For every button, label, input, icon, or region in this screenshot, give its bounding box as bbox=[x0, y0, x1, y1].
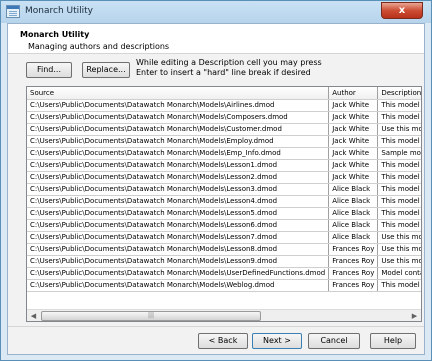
next-button[interactable]: Next > bbox=[252, 333, 302, 349]
table-row[interactable]: C:\Users\Public\Documents\Datawatch Mona… bbox=[27, 243, 421, 256]
cell-description[interactable]: Use this model to b bbox=[377, 243, 421, 256]
table-row[interactable]: C:\Users\Public\Documents\Datawatch Mona… bbox=[27, 123, 421, 136]
cell-description[interactable]: This model is used v bbox=[377, 135, 421, 148]
cell-description[interactable]: Use this model with bbox=[377, 123, 421, 136]
table-row[interactable]: C:\Users\Public\Documents\Datawatch Mona… bbox=[27, 267, 421, 280]
header-panel: Monarch Utility Managing authors and des… bbox=[8, 24, 424, 54]
column-header-source[interactable]: Source bbox=[27, 87, 330, 100]
cell-author[interactable]: Jack White bbox=[328, 171, 379, 184]
cell-source[interactable]: C:\Users\Public\Documents\Datawatch Mona… bbox=[27, 219, 330, 232]
table-row[interactable]: C:\Users\Public\Documents\Datawatch Mona… bbox=[27, 99, 421, 112]
cell-description[interactable]: Use this model to b bbox=[377, 255, 421, 268]
table-row[interactable]: C:\Users\Public\Documents\Datawatch Mona… bbox=[27, 135, 421, 148]
cell-description[interactable]: This model contains bbox=[377, 99, 421, 112]
table-row[interactable]: C:\Users\Public\Documents\Datawatch Mona… bbox=[27, 231, 421, 244]
table-row[interactable]: C:\Users\Public\Documents\Datawatch Mona… bbox=[27, 147, 421, 160]
models-table: Source Author Description C:\Users\Publi… bbox=[27, 87, 421, 292]
cell-description[interactable]: This model contains bbox=[377, 171, 421, 184]
cell-description[interactable]: This model contains bbox=[377, 279, 421, 292]
find-button[interactable]: Find... bbox=[26, 62, 72, 78]
close-button[interactable]: x bbox=[381, 2, 423, 19]
cell-source[interactable]: C:\Users\Public\Documents\Datawatch Mona… bbox=[27, 243, 330, 256]
cell-author[interactable]: Frances Roy bbox=[328, 243, 379, 256]
scroll-right-arrow-icon[interactable]: ▶ bbox=[408, 310, 421, 321]
cell-description[interactable]: Model containing c bbox=[377, 267, 421, 280]
cell-source[interactable]: C:\Users\Public\Documents\Datawatch Mona… bbox=[27, 123, 330, 136]
table-row[interactable]: C:\Users\Public\Documents\Datawatch Mona… bbox=[27, 219, 421, 232]
cell-source[interactable]: C:\Users\Public\Documents\Datawatch Mona… bbox=[27, 195, 330, 208]
cell-author[interactable]: Frances Roy bbox=[328, 267, 379, 280]
cell-author[interactable]: Alice Black bbox=[328, 207, 379, 220]
cell-author[interactable]: Jack White bbox=[328, 123, 379, 136]
cell-description[interactable]: This model contains bbox=[377, 207, 421, 220]
cell-source[interactable]: C:\Users\Public\Documents\Datawatch Mona… bbox=[27, 147, 330, 160]
table-row[interactable]: C:\Users\Public\Documents\Datawatch Mona… bbox=[27, 279, 421, 292]
cell-author[interactable]: Alice Black bbox=[328, 231, 379, 244]
back-button[interactable]: < Back bbox=[198, 333, 248, 349]
table-row[interactable]: C:\Users\Public\Documents\Datawatch Mona… bbox=[27, 195, 421, 208]
dialog-body: Monarch Utility Managing authors and des… bbox=[7, 23, 425, 355]
cell-description[interactable]: This model contains bbox=[377, 219, 421, 232]
column-header-description[interactable]: Description bbox=[377, 87, 421, 100]
horizontal-scrollbar[interactable]: ◀ ||| ▶ bbox=[27, 309, 421, 321]
cell-source[interactable]: C:\Users\Public\Documents\Datawatch Mona… bbox=[27, 255, 330, 268]
scrollbar-thumb[interactable]: ||| bbox=[41, 311, 261, 321]
cell-author[interactable]: Jack White bbox=[328, 99, 379, 112]
cell-source[interactable]: C:\Users\Public\Documents\Datawatch Mona… bbox=[27, 99, 330, 112]
utility-window: Monarch Utility x Monarch Utility Managi… bbox=[0, 0, 432, 361]
replace-button[interactable]: Replace... bbox=[82, 62, 130, 78]
footer-divider bbox=[8, 326, 424, 327]
cell-description[interactable]: Sample model for u bbox=[377, 147, 421, 160]
cell-description[interactable]: This model contains bbox=[377, 195, 421, 208]
cell-source[interactable]: C:\Users\Public\Documents\Datawatch Mona… bbox=[27, 231, 330, 244]
table-header-row: Source Author Description bbox=[27, 87, 421, 100]
scroll-left-arrow-icon[interactable]: ◀ bbox=[27, 310, 40, 321]
cell-description[interactable]: Use this model to b bbox=[377, 231, 421, 244]
cell-description[interactable]: This model shows t bbox=[377, 159, 421, 172]
table-row[interactable]: C:\Users\Public\Documents\Datawatch Mona… bbox=[27, 159, 421, 172]
cell-author[interactable]: Alice Black bbox=[328, 183, 379, 196]
cell-author[interactable]: Alice Black bbox=[328, 195, 379, 208]
cell-author[interactable]: Jack White bbox=[328, 135, 379, 148]
cell-author[interactable]: Jack White bbox=[328, 111, 379, 124]
app-icon bbox=[6, 5, 20, 18]
cell-description[interactable]: This model contains bbox=[377, 183, 421, 196]
table-row[interactable]: C:\Users\Public\Documents\Datawatch Mona… bbox=[27, 171, 421, 184]
cancel-button[interactable]: Cancel bbox=[308, 333, 360, 349]
column-header-author[interactable]: Author bbox=[328, 87, 379, 100]
table-row[interactable]: C:\Users\Public\Documents\Datawatch Mona… bbox=[27, 207, 421, 220]
cell-source[interactable]: C:\Users\Public\Documents\Datawatch Mona… bbox=[27, 135, 330, 148]
cell-source[interactable]: C:\Users\Public\Documents\Datawatch Mona… bbox=[27, 159, 330, 172]
cell-source[interactable]: C:\Users\Public\Documents\Datawatch Mona… bbox=[27, 267, 330, 280]
page-subtitle: Managing authors and descriptions bbox=[28, 42, 170, 51]
table-row[interactable]: C:\Users\Public\Documents\Datawatch Mona… bbox=[27, 111, 421, 124]
cell-author[interactable]: Jack White bbox=[328, 147, 379, 160]
cell-source[interactable]: C:\Users\Public\Documents\Datawatch Mona… bbox=[27, 207, 330, 220]
page-title: Monarch Utility bbox=[20, 30, 90, 39]
cell-author[interactable]: Alice Black bbox=[328, 219, 379, 232]
help-button[interactable]: Help bbox=[370, 333, 416, 349]
cell-source[interactable]: C:\Users\Public\Documents\Datawatch Mona… bbox=[27, 183, 330, 196]
cell-source[interactable]: C:\Users\Public\Documents\Datawatch Mona… bbox=[27, 111, 330, 124]
edit-hint-text: While editing a Description cell you may… bbox=[136, 58, 322, 77]
cell-author[interactable]: Jack White bbox=[328, 159, 379, 172]
cell-source[interactable]: C:\Users\Public\Documents\Datawatch Mona… bbox=[27, 279, 330, 292]
table-row[interactable]: C:\Users\Public\Documents\Datawatch Mona… bbox=[27, 255, 421, 268]
title-bar[interactable]: Monarch Utility x bbox=[1, 1, 431, 23]
cell-author[interactable]: Frances Roy bbox=[328, 279, 379, 292]
cell-author[interactable]: Frances Roy bbox=[328, 255, 379, 268]
cell-source[interactable]: C:\Users\Public\Documents\Datawatch Mona… bbox=[27, 171, 330, 184]
models-grid[interactable]: Source Author Description C:\Users\Publi… bbox=[26, 86, 422, 322]
table-row[interactable]: C:\Users\Public\Documents\Datawatch Mona… bbox=[27, 183, 421, 196]
cell-description[interactable]: This model contains bbox=[377, 111, 421, 124]
window-title: Monarch Utility bbox=[25, 6, 93, 16]
